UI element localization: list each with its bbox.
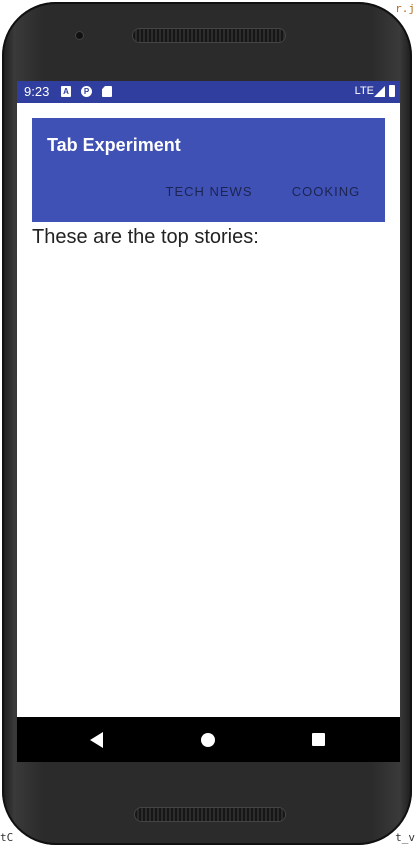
earpiece-speaker [133,29,285,42]
background-code-fragment: tC [0,831,14,844]
battery-icon [389,85,395,97]
tab-tech-news[interactable]: TECH NEWS [154,177,264,207]
notification-a-icon: A [61,86,71,97]
device-screen: 9:23 A P LTE Tab Experiment TECH NEWS CO… [17,81,400,762]
sd-card-icon [102,86,112,97]
notification-p-icon: P [81,86,92,97]
content-text: These are the top stories: [32,226,259,248]
background-code-fragment: t_v [395,831,415,844]
app-title: Tab Experiment [47,135,181,155]
background-code-fragment: r.j [395,2,415,15]
app-bar: Tab Experiment TECH NEWS COOKING [32,118,385,222]
recents-icon[interactable] [312,733,325,746]
navigation-bar [17,717,400,762]
back-icon[interactable] [90,732,103,748]
home-icon[interactable] [201,733,215,747]
status-time: 9:23 [24,84,50,99]
status-bar: 9:23 A P LTE [17,81,400,103]
tab-cooking[interactable]: COOKING [280,177,372,207]
bottom-speaker [135,808,285,821]
front-camera [75,31,84,40]
signal-icon [374,86,385,97]
network-type-label: LTE [354,85,374,97]
